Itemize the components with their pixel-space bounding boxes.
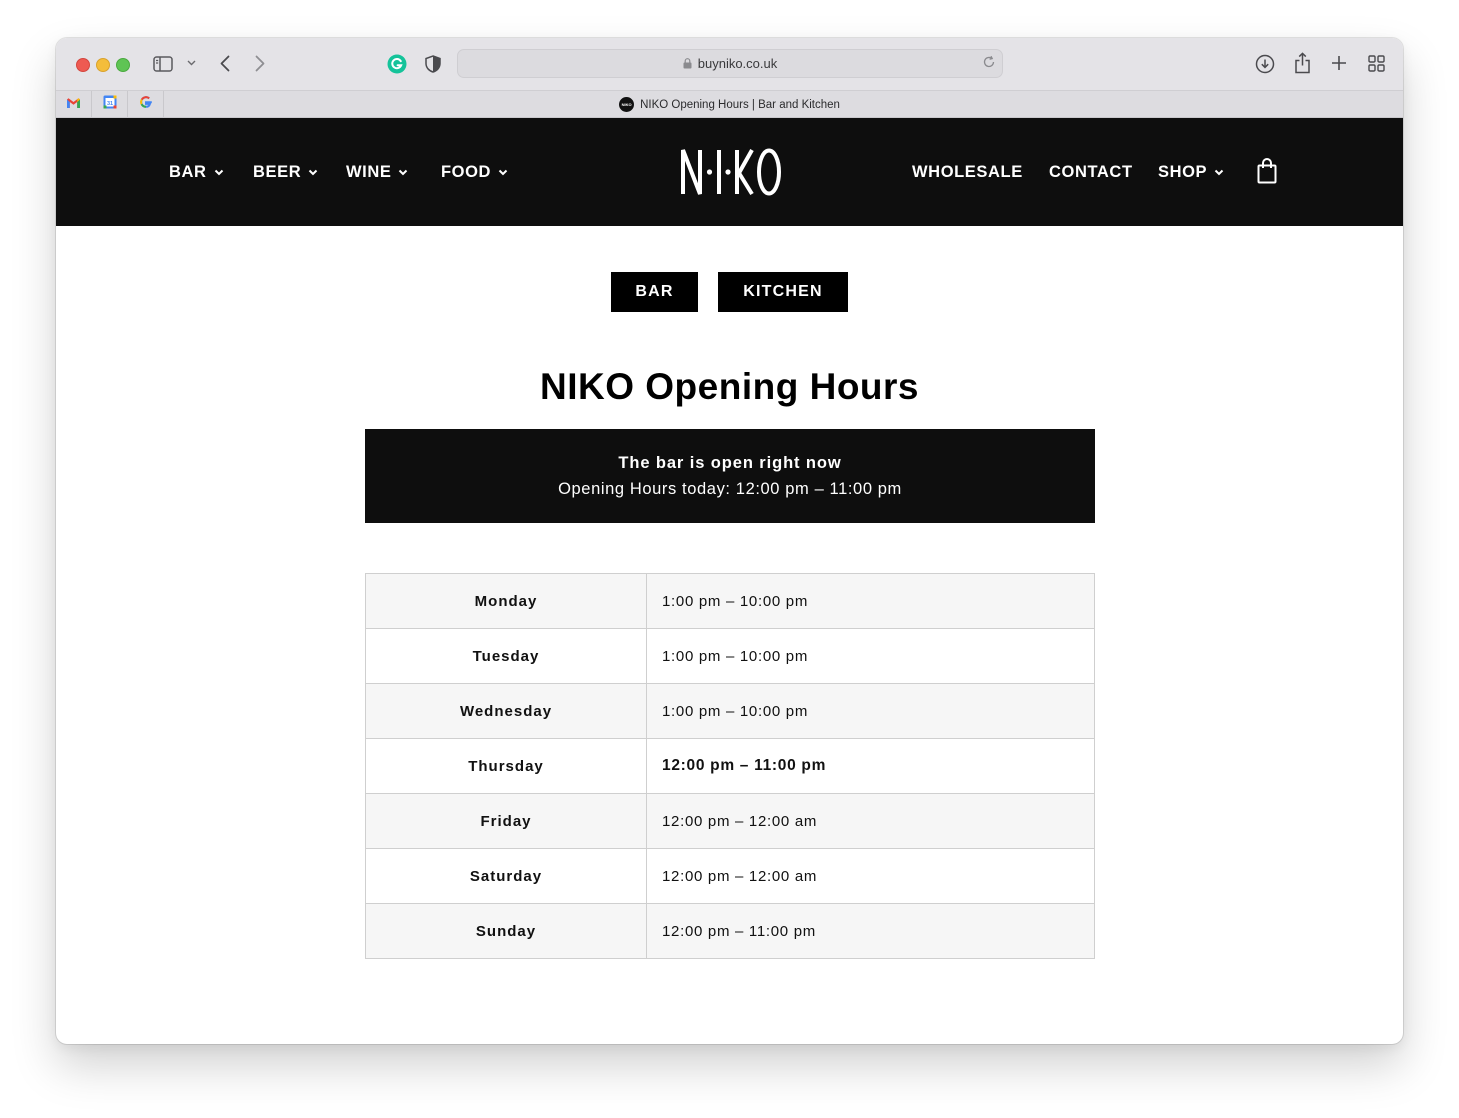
open-status-text: The bar is open right now bbox=[618, 453, 842, 472]
privacy-shield-icon[interactable] bbox=[424, 54, 442, 74]
table-row: Monday 1:00 pm – 10:00 pm bbox=[365, 573, 1095, 629]
bar-toggle-button[interactable]: BAR bbox=[611, 272, 698, 312]
shopping-bag-icon[interactable] bbox=[1257, 158, 1277, 184]
chevron-down-icon bbox=[214, 169, 224, 176]
google-calendar-icon: 31 bbox=[103, 95, 117, 114]
chevron-down-icon bbox=[308, 169, 318, 176]
hours-cell: 12:00 pm – 11:00 pm bbox=[646, 903, 1095, 959]
day-cell: Monday bbox=[365, 573, 647, 629]
active-tab[interactable]: NIKO NIKO Opening Hours | Bar and Kitche… bbox=[56, 91, 1403, 118]
day-cell: Wednesday bbox=[365, 683, 647, 739]
hours-cell: 12:00 pm – 12:00 am bbox=[646, 848, 1095, 904]
nav-shop[interactable]: SHOP bbox=[1158, 118, 1224, 226]
table-row: Friday 12:00 pm – 12:00 am bbox=[365, 793, 1095, 849]
day-cell: Thursday bbox=[365, 738, 647, 794]
nav-beer-label: BEER bbox=[253, 162, 302, 181]
chevron-down-icon bbox=[498, 169, 508, 176]
open-status-banner: The bar is open right now Opening Hours … bbox=[365, 429, 1095, 523]
sidebar-toggle-icon[interactable] bbox=[152, 54, 174, 74]
nav-contact[interactable]: CONTACT bbox=[1049, 118, 1133, 226]
chevron-down-icon bbox=[398, 169, 408, 176]
table-row: Sunday 12:00 pm – 11:00 pm bbox=[365, 903, 1095, 959]
nav-food[interactable]: FOOD bbox=[441, 118, 508, 226]
day-cell: Tuesday bbox=[365, 628, 647, 684]
google-icon bbox=[139, 95, 153, 114]
day-cell: Sunday bbox=[365, 903, 647, 959]
close-window-button[interactable] bbox=[76, 58, 90, 72]
nav-beer[interactable]: BEER bbox=[253, 118, 318, 226]
lock-icon bbox=[683, 58, 692, 69]
browser-window: buyniko.co.uk NIKO NIKO Opening Hours | … bbox=[56, 38, 1403, 1044]
gmail-icon bbox=[66, 96, 81, 114]
nav-bar[interactable]: BAR bbox=[169, 118, 224, 226]
nav-food-label: FOOD bbox=[441, 162, 492, 181]
hours-cell: 1:00 pm – 10:00 pm bbox=[646, 683, 1095, 739]
svg-text:31: 31 bbox=[106, 101, 112, 107]
niko-favicon-icon: NIKO bbox=[619, 97, 635, 112]
zoom-window-button[interactable] bbox=[116, 58, 130, 72]
hours-cell: 12:00 pm – 12:00 am bbox=[646, 793, 1095, 849]
grammarly-extension-icon[interactable] bbox=[386, 53, 407, 74]
site-header: BAR BEER WINE FOOD WHOLESALE CONTACT SHO… bbox=[56, 118, 1403, 226]
back-icon[interactable] bbox=[216, 53, 234, 73]
niko-logo[interactable] bbox=[678, 146, 782, 198]
address-bar[interactable]: buyniko.co.uk bbox=[457, 49, 1003, 78]
chevron-down-icon[interactable] bbox=[185, 57, 197, 69]
hours-cell: 12:00 pm – 11:00 pm bbox=[646, 738, 1095, 794]
opening-hours-table: Monday 1:00 pm – 10:00 pm Tuesday 1:00 p… bbox=[365, 573, 1095, 959]
url-text: buyniko.co.uk bbox=[697, 56, 778, 71]
nav-wine-label: WINE bbox=[346, 162, 392, 181]
tab-bar: NIKO NIKO Opening Hours | Bar and Kitche… bbox=[56, 90, 1403, 118]
downloads-icon[interactable] bbox=[1254, 53, 1275, 74]
nav-contact-label: CONTACT bbox=[1049, 162, 1133, 181]
new-tab-icon[interactable] bbox=[1329, 53, 1349, 73]
bar-toggle-label: BAR bbox=[635, 283, 674, 300]
day-cell: Friday bbox=[365, 793, 647, 849]
table-row-today: Thursday 12:00 pm – 11:00 pm bbox=[365, 738, 1095, 794]
nav-wholesale-label: WHOLESALE bbox=[912, 162, 1023, 181]
browser-toolbar: buyniko.co.uk bbox=[56, 38, 1403, 90]
hours-cell: 1:00 pm – 10:00 pm bbox=[646, 628, 1095, 684]
nav-wholesale[interactable]: WHOLESALE bbox=[912, 118, 1023, 226]
hours-cell: 1:00 pm – 10:00 pm bbox=[646, 573, 1095, 629]
share-icon[interactable] bbox=[1292, 51, 1312, 75]
kitchen-toggle-label: KITCHEN bbox=[743, 283, 823, 300]
table-row: Saturday 12:00 pm – 12:00 am bbox=[365, 848, 1095, 904]
table-row: Wednesday 1:00 pm – 10:00 pm bbox=[365, 683, 1095, 739]
kitchen-toggle-button[interactable]: KITCHEN bbox=[718, 272, 848, 312]
forward-icon[interactable] bbox=[251, 53, 269, 73]
nav-wine[interactable]: WINE bbox=[346, 118, 408, 226]
page-title: NIKO Opening Hours bbox=[540, 366, 919, 407]
nav-shop-label: SHOP bbox=[1158, 162, 1208, 181]
today-hours-text: Opening Hours today: 12:00 pm – 11:00 pm bbox=[558, 479, 902, 498]
table-row: Tuesday 1:00 pm – 10:00 pm bbox=[365, 628, 1095, 684]
chevron-down-icon bbox=[1214, 169, 1224, 176]
reload-icon[interactable] bbox=[982, 55, 996, 69]
nav-bar-label: BAR bbox=[169, 162, 207, 181]
day-cell: Saturday bbox=[365, 848, 647, 904]
tab-title: NIKO Opening Hours | Bar and Kitchen bbox=[640, 98, 840, 111]
pinned-tab-calendar[interactable]: 31 bbox=[92, 91, 128, 118]
pinned-tab-google[interactable] bbox=[128, 91, 164, 118]
minimize-window-button[interactable] bbox=[96, 58, 110, 72]
tab-overview-icon[interactable] bbox=[1366, 53, 1386, 73]
pinned-tab-gmail[interactable] bbox=[56, 91, 92, 118]
